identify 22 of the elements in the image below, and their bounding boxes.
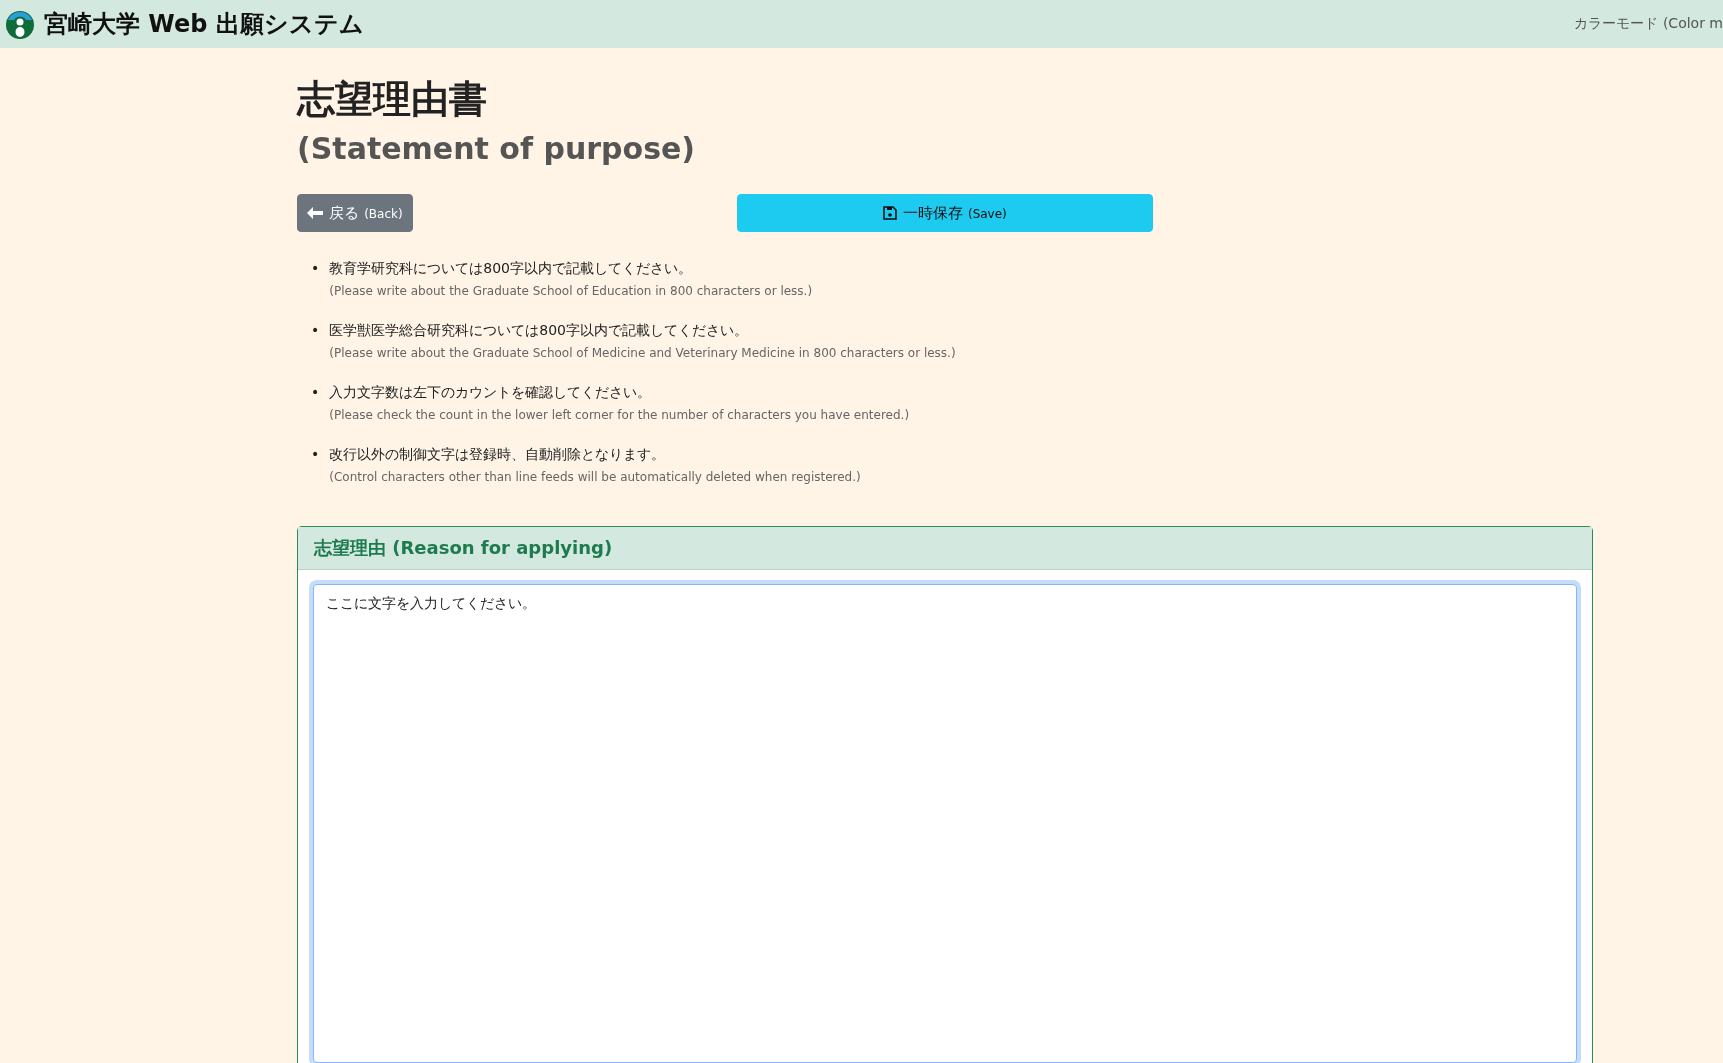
reason-text-area[interactable]: ここに文字を入力してください。: [313, 584, 1577, 1063]
instruction-translation: (Please write about the Graduate School of Education in 800 characters or less.): [329, 284, 813, 298]
site-title: 宮崎大学 Web 出願システム: [44, 9, 364, 40]
bullet-mark: •: [311, 322, 320, 340]
left-arrow-icon: [307, 207, 324, 219]
save-button[interactable]: 一時保存 (Save): [737, 194, 1153, 232]
instruction-translation: (Control characters other than line feeds will be automatically deleted when registered.): [329, 470, 861, 484]
page-title: 志望理由書: [297, 76, 488, 123]
instruction-translation: (Please check the count in the lower left corner for the number of characters you have entered.): [329, 408, 910, 422]
instruction-translation: (Please write about the Graduate School of Medicine and Veterinary Medicine in 800 characters or less.): [329, 346, 956, 360]
color-mode-toggle[interactable]: カラーモード (Color m: [1574, 15, 1723, 33]
back-button[interactable]: 戻る (Back): [297, 194, 413, 232]
instruction-text: 改行以外の制御文字は登録時、自動削除となります。: [329, 446, 667, 464]
instruction-text: 入力文字数は左下のカウントを確認してください。: [329, 384, 653, 402]
instruction-text: 教育学研究科については800字以内で記載してください。: [329, 260, 693, 278]
page-subtitle: (Statement of purpose): [297, 131, 697, 166]
bullet-mark: •: [311, 260, 320, 278]
card-title: 志望理由 (Reason for applying): [298, 527, 1592, 570]
university-logo-icon: [4, 8, 36, 40]
instruction-text: 医学獣医学総合研究科については800字以内で記載してください。: [329, 322, 749, 340]
bullet-mark: •: [311, 384, 320, 402]
bullet-mark: •: [311, 446, 320, 464]
